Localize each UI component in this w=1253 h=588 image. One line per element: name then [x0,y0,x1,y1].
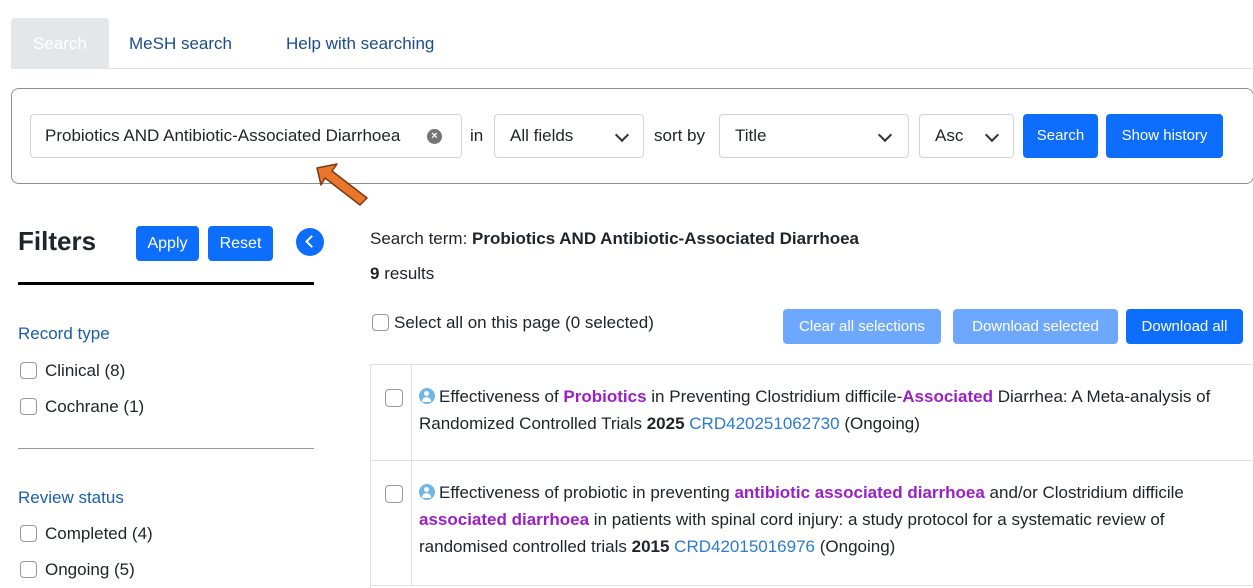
checkbox[interactable] [20,362,37,379]
checkbox[interactable] [20,398,37,415]
result-year: 2025 [646,414,685,433]
table-row: Effectiveness of probiotic in preventing… [371,461,1253,586]
tab-mesh-search[interactable]: MeSH search [129,18,232,69]
tab-help-with-searching[interactable]: Help with searching [286,18,434,69]
search-tabs: Search MeSH search Help with searching [11,18,1253,69]
filter-option-completed[interactable]: Completed (4) [20,524,153,544]
facet-divider [18,448,314,449]
filters-heading: Filters [18,226,97,256]
person-icon [419,484,435,500]
search-input[interactable]: Probiotics AND Antibiotic-Associated Dia… [30,114,462,158]
order-select[interactable]: Asc [919,114,1014,158]
download-all-button[interactable]: Download all [1126,309,1243,344]
sort-by-label: sort by [654,126,706,145]
annotation-arrow-icon [316,163,368,206]
search-panel: Probiotics AND Antibiotic-Associated Dia… [11,88,1253,184]
record-id-link[interactable]: CRD420251062730 [689,414,839,433]
search-term-value: Probiotics AND Antibiotic-Associated Dia… [472,229,860,248]
collapse-sidebar-icon[interactable] [296,228,324,256]
sort-select[interactable]: Title [719,114,909,158]
field-select-value: All fields [510,126,574,145]
in-label: in [470,126,484,145]
filters-divider [18,282,314,285]
results-count: 9 results [370,264,435,283]
record-status: (Ongoing) [844,414,920,433]
filter-option-cochrane[interactable]: Cochrane (1) [20,397,144,417]
clear-search-icon[interactable]: × [427,129,442,144]
record-status: (Ongoing) [819,537,896,556]
record-type-heading: Record type [18,324,110,343]
sort-select-value: Title [735,126,767,145]
clear-all-selections-button[interactable]: Clear all selections [783,309,941,344]
download-selected-button[interactable]: Download selected [953,309,1118,344]
checkbox[interactable] [20,525,37,542]
checkbox[interactable] [372,314,389,331]
search-button[interactable]: Search [1023,114,1098,158]
search-query-value[interactable]: Probiotics AND Antibiotic-Associated Dia… [45,115,425,157]
filter-option-ongoing[interactable]: Ongoing (5) [20,560,135,580]
table-row: Effectiveness of Probiotics in Preventin… [371,365,1253,461]
results-table: Effectiveness of Probiotics in Preventin… [370,364,1253,588]
field-select[interactable]: All fields [494,114,644,158]
person-icon [419,388,435,404]
apply-filters-button[interactable]: Apply [136,226,199,261]
result-title: Effectiveness of Probiotics in Preventin… [419,387,1211,433]
chevron-down-icon [877,127,893,143]
row-checkbox[interactable] [385,389,403,407]
filter-option-clinical[interactable]: Clinical (8) [20,361,125,381]
search-term-summary: Search term: Probiotics AND Antibiotic-A… [370,229,860,248]
chevron-down-icon [614,127,630,143]
review-status-heading: Review status [18,488,124,507]
order-select-value: Asc [935,126,964,145]
checkbox[interactable] [20,561,37,578]
tab-search[interactable]: Search [11,18,109,69]
row-checkbox[interactable] [385,485,403,503]
result-year: 2015 [631,537,670,556]
result-title: Effectiveness of probiotic in preventing… [419,483,1184,556]
show-history-button[interactable]: Show history [1106,114,1223,158]
record-id-link[interactable]: CRD42015016976 [674,537,815,556]
reset-filters-button[interactable]: Reset [208,226,273,261]
chevron-down-icon [984,127,1000,143]
select-all-checkbox[interactable]: Select all on this page (0 selected) [372,313,654,333]
